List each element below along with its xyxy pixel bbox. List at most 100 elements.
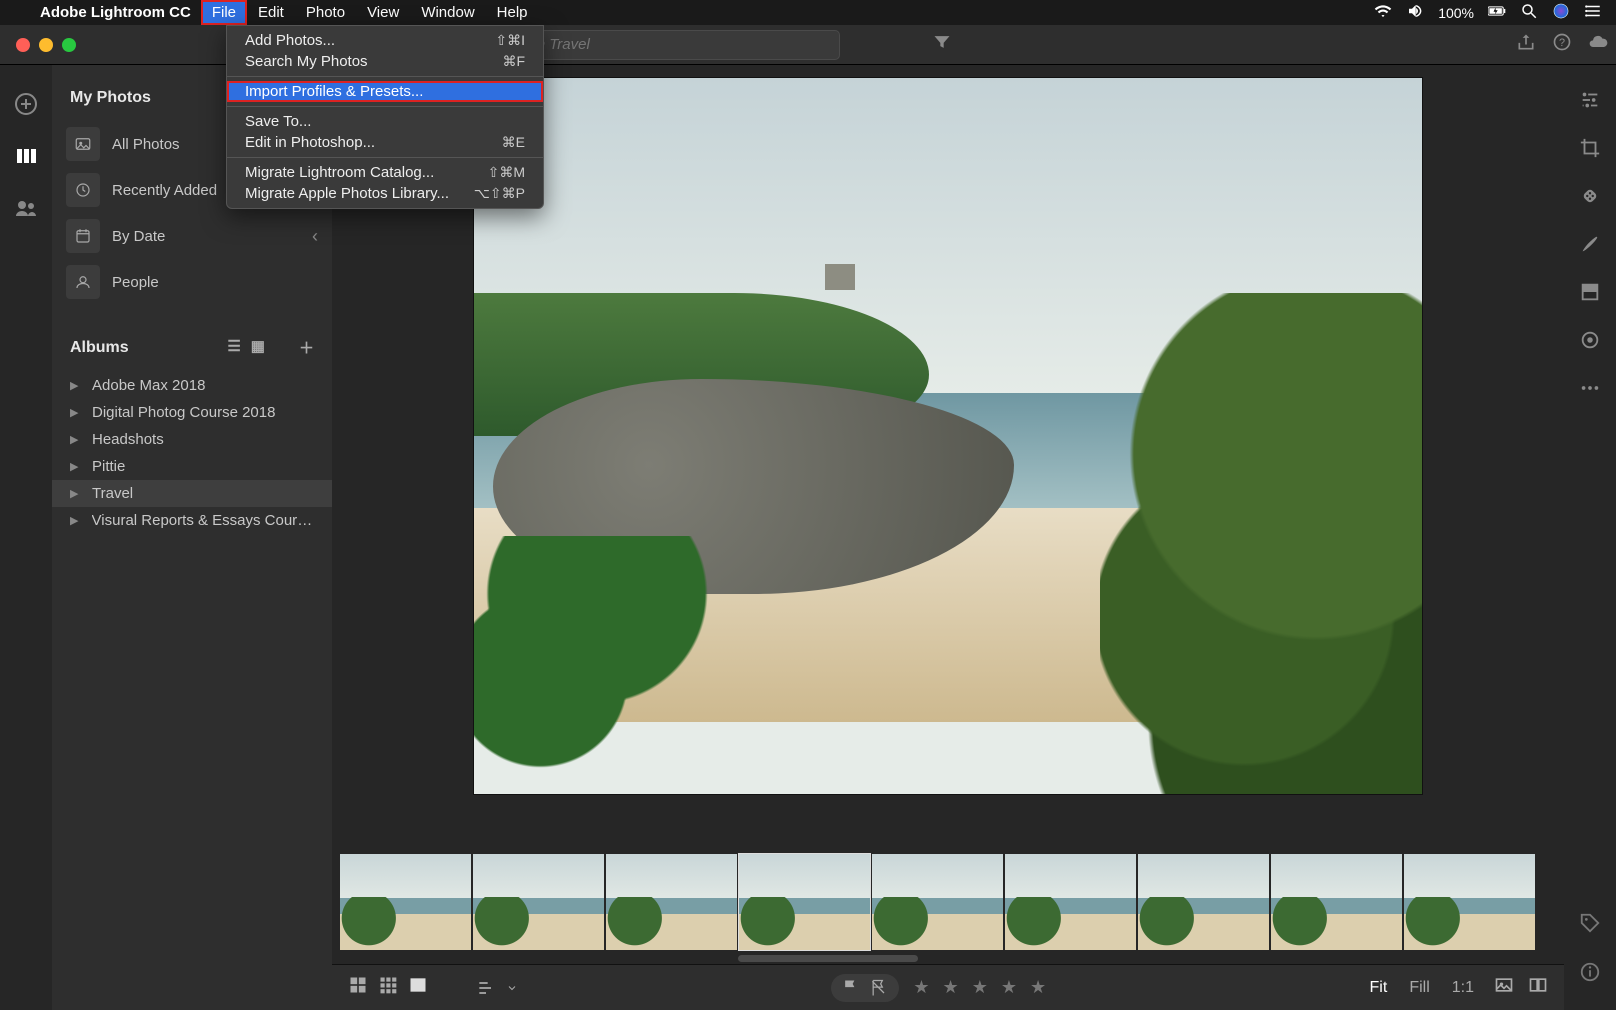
more-button[interactable] [1577,375,1603,401]
menu-file[interactable]: File [201,0,247,25]
filmstrip-thumb[interactable] [606,854,737,950]
albums-add-button[interactable]: ＋ [299,337,314,358]
filmstrip-thumb[interactable] [1138,854,1269,950]
spotlight-icon[interactable] [1520,2,1538,23]
file-menu-item[interactable]: Search My Photos⌘F [227,51,543,72]
nav-by-date[interactable]: By Date ‹ [52,213,332,259]
zoom-fit[interactable]: Fit [1364,979,1394,997]
cloud-sync-icon[interactable] [1580,32,1616,57]
my-photos-tab[interactable] [13,143,39,169]
albums-view-grid-icon[interactable]: ▦ [251,337,265,358]
file-menu-dropdown: Add Photos...⇧⌘ISearch My Photos⌘F Import… [226,25,544,209]
siri-icon[interactable] [1552,2,1570,23]
show-original-button[interactable] [1494,975,1514,1000]
menu-window[interactable]: Window [410,0,485,25]
menu-view[interactable]: View [356,0,410,25]
menu-edit[interactable]: Edit [247,0,295,25]
radial-gradient-button[interactable] [1577,327,1603,353]
healing-brush-button[interactable] [1577,183,1603,209]
wifi-icon[interactable] [1374,2,1392,23]
file-menu-item[interactable]: Migrate Apple Photos Library...⌥⇧⌘P [227,183,543,204]
chevron-right-icon: ▶ [70,487,84,500]
info-rail [1564,830,1616,1010]
share-button[interactable] [1508,32,1544,57]
window-close-button[interactable] [16,38,30,52]
file-menu-item[interactable]: Edit in Photoshop...⌘E [227,132,543,153]
filmstrip[interactable] [332,850,1564,954]
file-menu-item[interactable]: Save To... [227,111,543,132]
filmstrip-thumb[interactable] [473,854,604,950]
brush-button[interactable] [1577,231,1603,257]
compare-view-button[interactable] [1528,975,1548,1000]
zoom-1to1[interactable]: 1:1 [1446,979,1480,997]
nav-label: By Date [112,228,165,245]
menu-photo[interactable]: Photo [295,0,356,25]
file-menu-item[interactable]: Import Profiles & Presets... [227,81,543,102]
album-item[interactable]: ▶ Headshots [52,426,332,453]
album-item[interactable]: ▶ Digital Photog Course 2018 [52,399,332,426]
chevron-right-icon: ▶ [70,406,84,419]
square-grid-view-button[interactable] [378,975,398,1000]
sharing-tab[interactable] [13,195,39,221]
mac-menubar: Adobe Lightroom CC File Edit Photo View … [0,0,1616,25]
sort-button[interactable] [476,978,518,998]
album-item[interactable]: ▶ Travel [52,480,332,507]
loupe-photo[interactable] [473,77,1423,795]
menu-extras-icon[interactable] [1584,2,1602,23]
battery-text: 100% [1438,5,1474,21]
nav-people[interactable]: People [52,259,332,305]
app-name[interactable]: Adobe Lightroom CC [30,4,201,21]
album-label: Travel [92,485,133,502]
rating-stars[interactable]: ★ ★ ★ ★ ★ [913,977,1050,998]
file-menu-item[interactable]: Add Photos...⇧⌘I [227,30,543,51]
crop-button[interactable] [1577,135,1603,161]
help-button[interactable]: ? [1544,32,1580,57]
album-item[interactable]: ▶ Pittie [52,453,332,480]
svg-text:?: ? [1559,37,1565,49]
album-item[interactable]: ▶ Adobe Max 2018 [52,372,332,399]
add-photos-button[interactable] [13,91,39,117]
albums-view-list-icon[interactable]: ☰ [227,337,240,358]
window-zoom-button[interactable] [62,38,76,52]
albums-header: Albums ☰ ▦ ＋ [52,329,332,372]
menu-help[interactable]: Help [486,0,539,25]
album-label: Digital Photog Course 2018 [92,404,275,421]
window-traffic-lights [0,38,76,52]
chevron-left-icon: ‹ [312,226,318,247]
volume-icon[interactable] [1406,2,1424,23]
left-rail [0,65,52,1010]
album-label: Headshots [92,431,164,448]
file-menu-item[interactable]: Migrate Lightroom Catalog...⇧⌘M [227,162,543,183]
zoom-fill[interactable]: Fill [1403,979,1435,997]
menu-separator [227,76,543,77]
keywords-button[interactable] [1579,912,1601,939]
filmstrip-thumb[interactable] [1005,854,1136,950]
info-button[interactable] [1579,961,1601,988]
filmstrip-thumb[interactable] [340,854,471,950]
calendar-icon [66,219,100,253]
filmstrip-scrollbar[interactable] [332,954,1564,964]
filter-button[interactable] [924,32,960,57]
image-icon [66,127,100,161]
album-label: Pittie [92,458,125,475]
filmstrip-thumb[interactable] [872,854,1003,950]
bottom-toolbar: ★ ★ ★ ★ ★ Fit Fill 1:1 [332,964,1564,1010]
edit-panel-button[interactable] [1577,87,1603,113]
search-input[interactable] [498,36,829,53]
grid-view-button[interactable] [348,975,368,1000]
chevron-right-icon: ▶ [70,433,84,446]
filmstrip-thumb[interactable] [1271,854,1402,950]
album-label: Adobe Max 2018 [92,377,205,394]
chevron-right-icon: ▶ [70,379,84,392]
window-minimize-button[interactable] [39,38,53,52]
flag-controls[interactable] [831,974,899,1002]
menu-separator [227,106,543,107]
filmstrip-thumb[interactable] [1404,854,1535,950]
filmstrip-thumb[interactable] [739,854,870,950]
chevron-right-icon: ▶ [70,514,84,527]
album-item[interactable]: ▶Visural Reports & Essays Course... [52,507,332,534]
chevron-right-icon: ▶ [70,460,84,473]
battery-icon[interactable] [1488,2,1506,23]
linear-gradient-button[interactable] [1577,279,1603,305]
detail-view-button[interactable] [408,975,428,1000]
